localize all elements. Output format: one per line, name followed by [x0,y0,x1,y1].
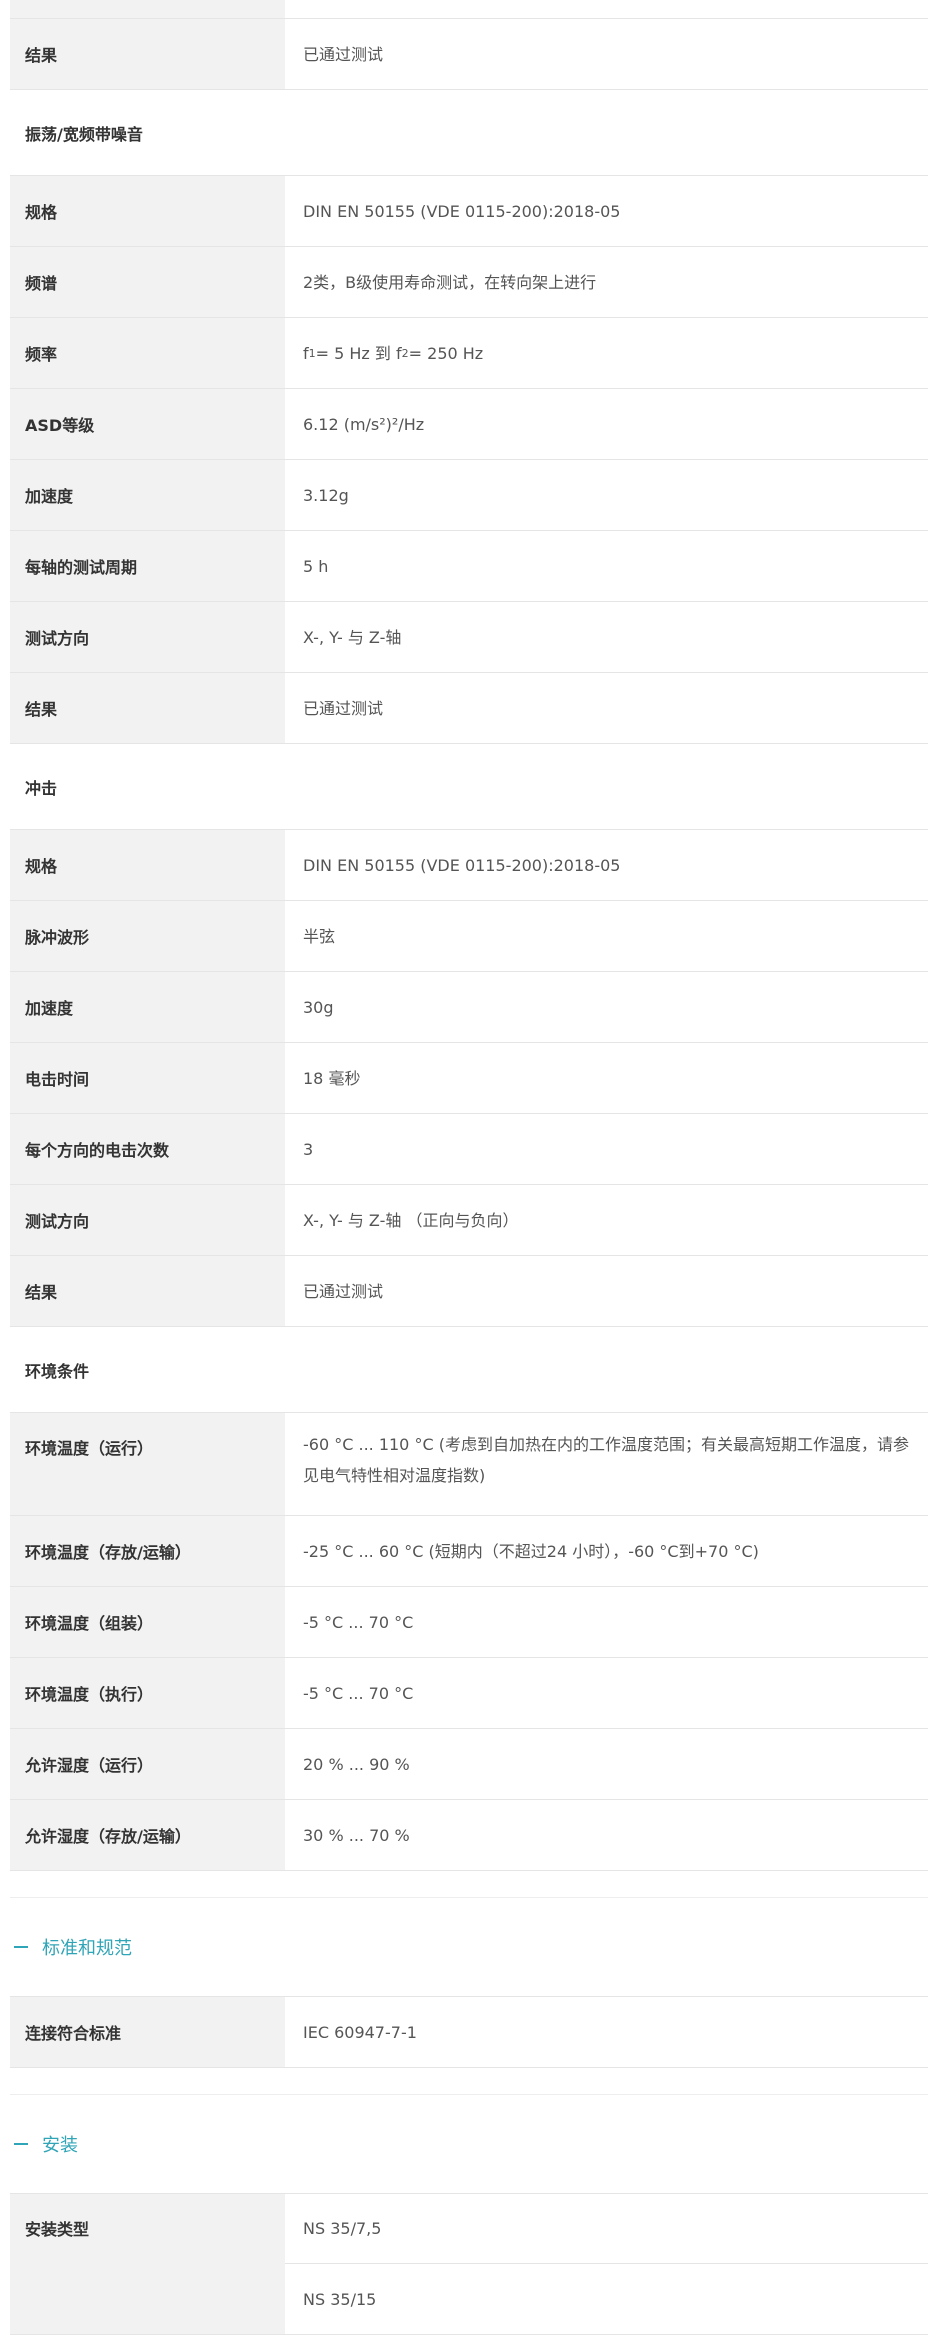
row-label: ASD等级 [10,389,285,459]
row-label: 结果 [10,673,285,743]
table-row: 结果 已通过测试 [10,19,928,90]
section-title: 标准和规范 [42,1938,132,1959]
table-row: 每轴的测试周期 5 h [10,531,928,602]
row-value: 3.12g [303,485,349,505]
row-label: 规格 [10,176,285,246]
row-label: 每轴的测试周期 [10,531,285,601]
row-label: 测试方向 [10,602,285,672]
row-value: 2类，B级使用寿命测试，在转向架上进行 [303,272,597,292]
row-label: 每个方向的电击次数 [10,1114,285,1184]
row-label: 脉冲波形 [10,901,285,971]
row-value: X-, Y- 与 Z-轴 [303,627,402,647]
row-label: 环境温度（组装） [10,1587,285,1657]
table-row: 加速度 30g [10,972,928,1043]
table-row: 每个方向的电击次数 3 [10,1114,928,1185]
table-row: 电击时间 18 毫秒 [10,1043,928,1114]
section-toggle-installation[interactable]: 安装 [10,2094,928,2194]
table-row: 测试方向 X-, Y- 与 Z-轴 （正向与负向） [10,1185,928,1256]
table-row: 环境温度（组装） -5 °C ... 70 °C [10,1587,928,1658]
table-row-stub [10,0,928,19]
row-value: 18 毫秒 [303,1068,361,1088]
table-row: 脉冲波形 半弦 [10,901,928,972]
row-label: 连接符合标准 [10,1997,285,2067]
row-label: 允许湿度（存放/运输） [10,1800,285,1870]
subsection-title-vibration: 振荡/宽频带噪音 [10,90,928,176]
table-row: 规格 DIN EN 50155 (VDE 0115-200):2018-05 [10,176,928,247]
row-value: 已通过测试 [303,698,384,718]
row-label: 安装类型 [10,2194,285,2264]
table-row: 测试方向 X-, Y- 与 Z-轴 [10,602,928,673]
table-row: 环境温度（存放/运输） -25 °C ... 60 °C (短期内（不超过24 … [10,1516,928,1587]
table-row: 结果 已通过测试 [10,673,928,744]
row-value: 30g [303,997,334,1017]
subsection-title-shock: 冲击 [10,744,928,830]
table-row: 安装类型 NS 35/7,5 [10,2194,928,2264]
row-label: 加速度 [10,972,285,1042]
frequency-sub-2: 2 [401,346,409,360]
table-row: 规格 DIN EN 50155 (VDE 0115-200):2018-05 [10,830,928,901]
table-row: 环境温度（运行） -60 °C ... 110 °C (考虑到自加热在内的工作温… [10,1413,928,1516]
table-row: 结果 已通过测试 [10,1256,928,1327]
table-row: 连接符合标准 IEC 60947-7-1 [10,1997,928,2068]
frequency-sub-1: 1 [308,346,316,360]
row-value: 半弦 [303,926,336,946]
row-value: 3 [303,1139,314,1159]
frequency-middle: = 5 Hz 到 f [315,343,402,363]
row-label: 结果 [10,1256,285,1326]
row-label: 规格 [10,830,285,900]
table-row: 允许湿度（存放/运输） 30 % ... 70 % [10,1800,928,1871]
row-value: -25 °C ... 60 °C (短期内（不超过24 小时），-60 °C到+… [303,1541,759,1561]
table-row: 频率 f1 = 5 Hz 到 f2 = 250 Hz [10,318,928,389]
collapse-minus-icon [14,2143,28,2145]
subsection-title-environment: 环境条件 [10,1327,928,1413]
row-value: NS 35/7,5 [285,2194,928,2264]
row-value: -5 °C ... 70 °C [303,1683,414,1703]
row-label: 频谱 [10,247,285,317]
table-row: NS 35/15 [10,2264,928,2335]
row-value: 5 h [303,556,329,576]
row-value: -60 °C ... 110 °C (考虑到自加热在内的工作温度范围；有关最高短… [303,1435,909,1485]
row-label: 环境温度（执行） [10,1658,285,1728]
table-row: 频谱 2类，B级使用寿命测试，在转向架上进行 [10,247,928,318]
section-title: 安装 [42,2135,78,2156]
spec-page: 结果 已通过测试 振荡/宽频带噪音 规格 DIN EN 50155 (VDE 0… [0,0,938,2335]
row-value: NS 35/15 [303,2289,377,2309]
row-value: X-, Y- 与 Z-轴 （正向与负向） [303,1210,519,1230]
row-value: DIN EN 50155 (VDE 0115-200):2018-05 [303,855,621,875]
row-label: 频率 [10,318,285,388]
row-value: 30 % ... 70 % [303,1825,410,1845]
row-label: 电击时间 [10,1043,285,1113]
row-value: 已通过测试 [303,1281,384,1301]
row-value: -5 °C ... 70 °C [303,1612,414,1632]
row-label: 结果 [10,19,285,89]
row-value: 20 % ... 90 % [303,1754,410,1774]
table-row: 加速度 3.12g [10,460,928,531]
row-label: 加速度 [10,460,285,530]
row-label: 允许湿度（运行） [10,1729,285,1799]
row-label: 测试方向 [10,1185,285,1255]
table-row: ASD等级 6.12 (m/s²)²/Hz [10,389,928,460]
row-label: 环境温度（运行） [10,1413,285,1515]
row-label-empty [10,2264,285,2334]
row-value: 6.12 (m/s²)²/Hz [303,414,425,434]
frequency-suffix: = 250 Hz [408,343,484,363]
row-label: 环境温度（存放/运输） [10,1516,285,1586]
table-row: 允许湿度（运行） 20 % ... 90 % [10,1729,928,1800]
collapse-minus-icon [14,1946,28,1948]
row-value-frequency: f1 = 5 Hz 到 f2 = 250 Hz [285,318,928,388]
row-value: DIN EN 50155 (VDE 0115-200):2018-05 [303,201,621,221]
row-value: IEC 60947-7-1 [303,2022,417,2042]
row-value: 已通过测试 [303,44,384,64]
section-toggle-standards[interactable]: 标准和规范 [10,1897,928,1997]
table-row: 环境温度（执行） -5 °C ... 70 °C [10,1658,928,1729]
